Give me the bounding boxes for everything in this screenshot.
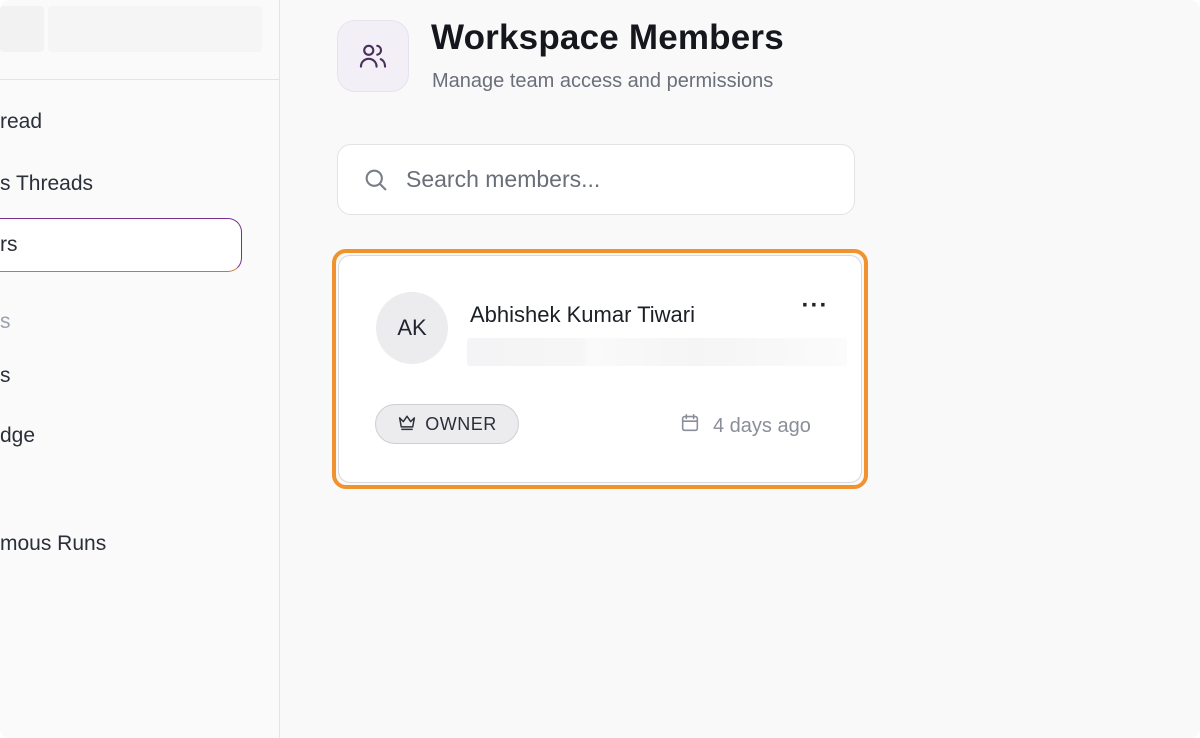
sidebar-item-label: s Threads bbox=[0, 172, 93, 195]
sidebar-item-4[interactable]: s bbox=[0, 302, 242, 342]
workspace-logo[interactable] bbox=[0, 6, 44, 52]
main-content: Workspace Members Manage team access and… bbox=[281, 0, 1200, 738]
sidebar-item-label: dge bbox=[0, 424, 36, 447]
joined-date: 4 days ago bbox=[679, 412, 811, 440]
sidebar-item-label: read bbox=[0, 110, 43, 133]
sidebar-item-threads[interactable]: s Threads bbox=[0, 164, 242, 204]
joined-label: 4 days ago bbox=[713, 414, 811, 437]
crown-icon bbox=[397, 413, 417, 436]
calendar-icon bbox=[679, 412, 701, 440]
search-input[interactable] bbox=[406, 166, 826, 193]
search-icon bbox=[362, 166, 390, 194]
member-card[interactable]: AK Abhishek Kumar Tiwari ··· OWNER 4 day… bbox=[338, 255, 862, 483]
sidebar-item-label: mous Runs bbox=[0, 532, 107, 555]
role-badge: OWNER bbox=[375, 404, 519, 444]
sidebar-item-knowledge[interactable]: dge bbox=[0, 416, 242, 456]
sidebar-item-autonomous-runs[interactable]: mous Runs bbox=[0, 524, 242, 564]
member-email-redacted bbox=[467, 338, 847, 366]
sidebar-item-thread[interactable]: read bbox=[0, 102, 242, 142]
sidebar-item-label: s bbox=[0, 310, 11, 333]
sidebar-item-members[interactable]: rs bbox=[0, 218, 242, 272]
more-options-button[interactable]: ··· bbox=[800, 294, 830, 318]
page-subtitle: Manage team access and permissions bbox=[432, 70, 774, 92]
avatar: AK bbox=[376, 292, 448, 364]
ellipsis-icon: ··· bbox=[801, 292, 829, 319]
role-label: OWNER bbox=[425, 413, 497, 434]
sidebar-header bbox=[0, 0, 279, 80]
member-name: Abhishek Kumar Tiwari bbox=[470, 302, 695, 327]
page-title: Workspace Members bbox=[431, 18, 784, 57]
sidebar-item-5[interactable]: s bbox=[0, 356, 242, 396]
users-icon bbox=[337, 20, 409, 92]
sidebar: read s Threads rs s s dge mous Runs bbox=[0, 0, 280, 738]
search-box[interactable] bbox=[337, 144, 855, 215]
workspace-name[interactable] bbox=[48, 6, 262, 52]
sidebar-item-label: s bbox=[0, 364, 11, 387]
app-window: read s Threads rs s s dge mous Runs Work… bbox=[0, 0, 1200, 738]
sidebar-item-label: rs bbox=[0, 233, 18, 256]
